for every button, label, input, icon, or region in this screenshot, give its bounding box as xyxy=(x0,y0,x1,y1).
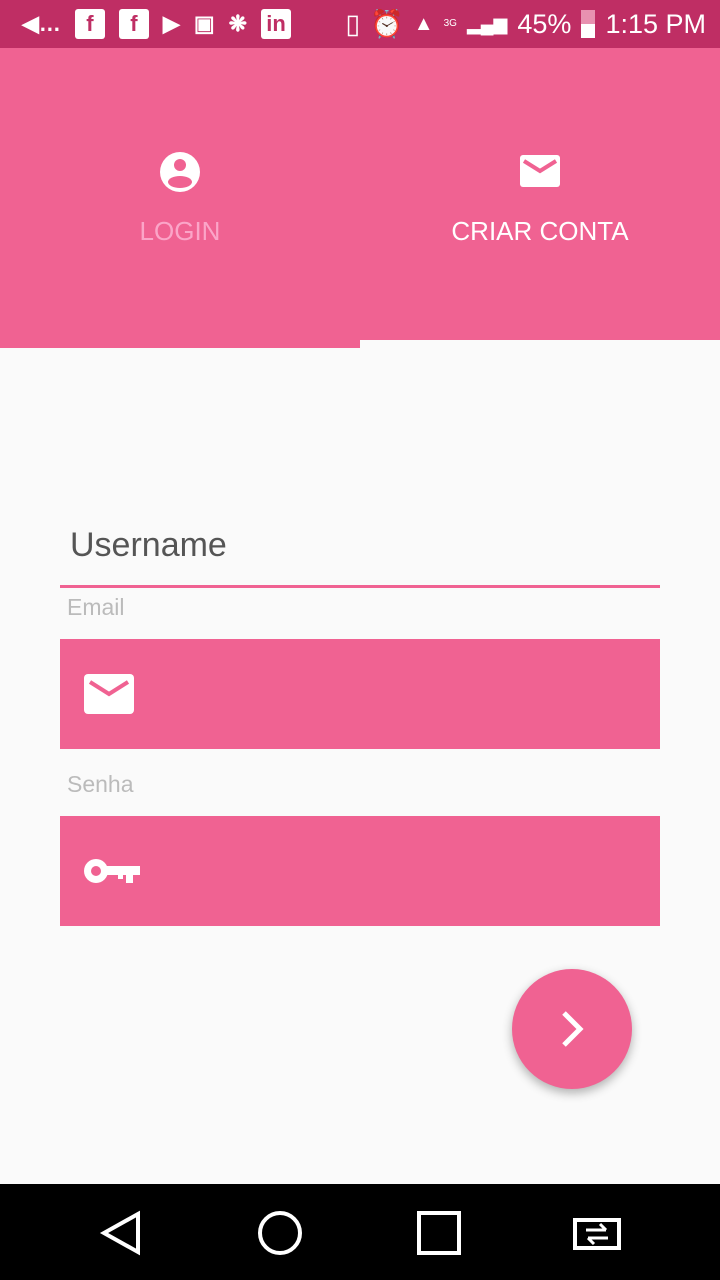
tab-criar-conta-label: CRIAR CONTA xyxy=(451,216,629,246)
youtube-icon: ▶ xyxy=(162,11,180,36)
facebook-icon: f xyxy=(74,9,105,39)
clock: 1:15 PM xyxy=(605,8,706,39)
home-icon[interactable] xyxy=(255,1208,305,1258)
next-button[interactable] xyxy=(512,969,632,1089)
alarm-icon: ⏰ xyxy=(370,9,404,39)
chevron-right-icon xyxy=(562,1011,584,1047)
back-icon[interactable] xyxy=(98,1208,148,1258)
email-label: Email xyxy=(67,594,125,620)
tab-indicator xyxy=(360,340,720,348)
tab-login-label: LOGIN xyxy=(139,216,221,246)
account-circle-icon xyxy=(160,152,200,192)
navigation-bar xyxy=(0,1184,720,1280)
battery-icon xyxy=(581,10,596,38)
network-type: 3G xyxy=(443,18,457,29)
password-label: Senha xyxy=(67,771,134,797)
tab-criar-conta[interactable]: CRIAR CONTA xyxy=(360,48,720,348)
vibrate-icon: ▯ xyxy=(345,8,361,39)
wifi-icon: ▲ xyxy=(413,12,434,35)
asterisk-icon: ❋ xyxy=(228,11,248,36)
email-field[interactable] xyxy=(60,639,660,749)
linkedin-icon: in xyxy=(261,9,292,39)
email-icon xyxy=(520,155,560,187)
recents-icon[interactable] xyxy=(414,1208,464,1258)
battery-percent: 45% xyxy=(517,8,572,39)
facebook-icon: f xyxy=(118,9,149,39)
tab-login[interactable]: LOGIN xyxy=(0,48,360,348)
key-icon xyxy=(84,859,140,883)
switch-apps-icon[interactable] xyxy=(572,1208,622,1258)
tab-bar: LOGIN CRIAR CONTA xyxy=(0,48,720,348)
email-icon xyxy=(84,674,134,714)
status-bar: ◀… f f ▶ ▣ ❋ in ▯ ⏰ ▲ 3G ▂▄▆ 45% 1:15 PM xyxy=(0,0,720,48)
messages-icon: ◀… xyxy=(22,11,61,36)
username-input[interactable]: Username xyxy=(60,520,660,588)
gallery-icon: ▣ xyxy=(193,11,215,36)
signal-icon: ▂▄▆ xyxy=(466,13,508,34)
password-field[interactable] xyxy=(60,816,660,926)
